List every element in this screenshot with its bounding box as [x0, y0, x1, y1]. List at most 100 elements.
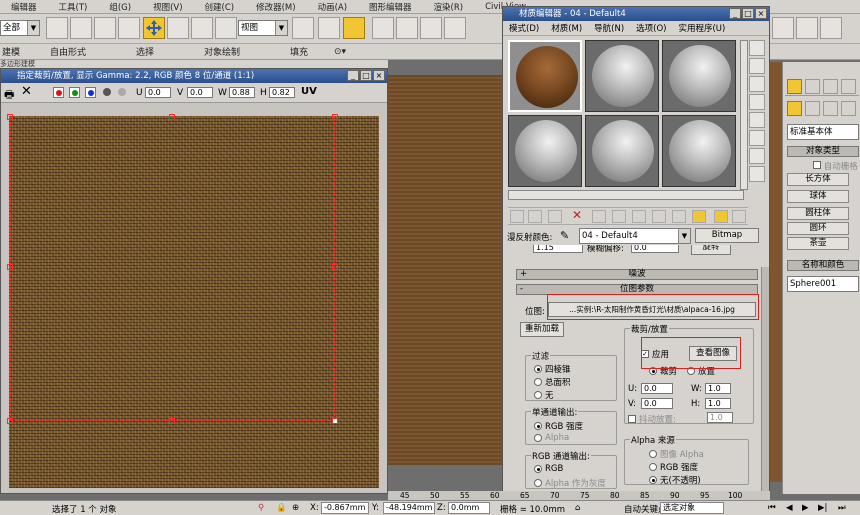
perspective-viewport[interactable] [388, 75, 503, 465]
mat-menu-material[interactable]: 材质(M) [545, 22, 588, 34]
crop-handle-tl[interactable] [7, 114, 13, 120]
tiling-spinner[interactable]: 1.15 [533, 245, 583, 253]
close-icon[interactable]: × [373, 70, 385, 81]
crop-h-spinner[interactable]: 1.0 [705, 398, 731, 409]
modify-tab-icon[interactable] [805, 79, 820, 94]
crop-region-rect[interactable] [7, 114, 338, 424]
selection-filter-combo[interactable]: 全部 ▼ [0, 20, 40, 36]
crop-u-spinner[interactable]: 0.0 [641, 383, 673, 394]
rgb-output-rgb-radio[interactable]: RGB [534, 464, 563, 474]
mono-icon[interactable] [118, 88, 126, 96]
rect-selection-icon[interactable] [94, 17, 116, 39]
map-type-button[interactable]: Bitmap [695, 228, 759, 243]
crop-handle-bl[interactable] [7, 418, 13, 424]
background-icon[interactable] [749, 76, 765, 92]
mat-menu-utilities[interactable]: 实用程序(U) [672, 22, 731, 34]
make-unique-icon[interactable] [612, 210, 626, 223]
filter-none-radio[interactable]: 无 [534, 389, 554, 401]
angle-snap-icon[interactable] [396, 17, 418, 39]
clear-icon[interactable]: ✕ [21, 84, 32, 99]
render-icon[interactable] [820, 17, 842, 39]
frame-buffer-titlebar[interactable]: 指定裁剪/放置, 显示 Gamma: 2.2, RGB 颜色 8 位/通道 (1… [1, 69, 387, 83]
mono-alpha-radio[interactable]: Alpha [534, 433, 569, 443]
sample-slot-4[interactable] [508, 115, 582, 187]
lights-icon[interactable] [823, 101, 838, 116]
isolate-icon[interactable]: ⚲ [258, 503, 264, 513]
material-name-combo[interactable]: 04 - Default4 ▼ [579, 228, 691, 244]
backlight-icon[interactable] [749, 58, 765, 74]
slots-vscroll[interactable] [740, 40, 748, 190]
prev-frame-icon[interactable]: ◀ [786, 503, 793, 513]
sample-slot-5[interactable] [585, 115, 659, 187]
bitmap-canvas[interactable] [7, 114, 379, 488]
material-editor-titlebar[interactable]: 材质编辑器 - 04 - Default4 _ □ × [503, 7, 769, 21]
teapot-button[interactable]: 茶壶 [787, 237, 849, 250]
go-forward-sibling-icon[interactable] [732, 210, 746, 223]
ribbon-tab-freeform[interactable]: 自由形式 [50, 45, 136, 58]
geometry-icon[interactable] [787, 101, 802, 116]
sample-type-icon[interactable] [749, 40, 765, 56]
select-object-icon[interactable] [46, 17, 68, 39]
menu-item-views[interactable]: 视图(V) [142, 1, 193, 13]
sample-slot-1[interactable] [508, 40, 582, 112]
uv-tiling-icon[interactable] [749, 94, 765, 110]
show-map-icon[interactable] [672, 210, 686, 223]
scale-icon[interactable] [191, 17, 213, 39]
menu-item-tools[interactable]: 工具(T) [48, 1, 99, 13]
options-icon[interactable] [749, 148, 765, 164]
rotate-button[interactable]: 旋转 [691, 245, 731, 255]
autogrid-checkbox[interactable]: 自动栅格 [813, 160, 858, 172]
menu-item-rendering[interactable]: 渲染(R) [423, 1, 475, 13]
torus-button[interactable]: 圆环 [787, 222, 849, 235]
uv-toggle-button[interactable]: UV [301, 86, 317, 97]
goto-start-icon[interactable]: ⏮ [768, 503, 776, 513]
filter-summed-area-radio[interactable]: 总面积 [534, 376, 571, 388]
menu-item-create[interactable]: 创建(C) [194, 1, 246, 13]
print-icon[interactable]: 🖶 [4, 86, 14, 105]
select-by-name-icon[interactable] [70, 17, 92, 39]
minimize-icon[interactable]: _ [729, 8, 741, 19]
assign-to-selection-icon[interactable] [548, 210, 562, 223]
shapes-icon[interactable] [805, 101, 820, 116]
play-icon[interactable]: ▶ [802, 503, 809, 513]
noise-rollout[interactable]: + 噪波 [516, 269, 758, 280]
pivot-icon[interactable] [292, 17, 314, 39]
goto-end-icon[interactable]: ⏭ [838, 503, 846, 513]
sample-slot-6[interactable] [662, 115, 736, 187]
alpha-channel-icon[interactable] [103, 88, 111, 96]
v-spinner[interactable]: 0.0 [187, 87, 213, 98]
hierarchy-tab-icon[interactable] [823, 79, 838, 94]
place-icon[interactable] [215, 17, 237, 39]
rgb-output-alpha-gray-radio[interactable]: Alpha 作为灰度 [534, 477, 606, 489]
copy-material-icon[interactable] [592, 210, 606, 223]
z-coord-field[interactable]: 0.0mm [448, 502, 490, 514]
jitter-checkbox[interactable]: 抖动放置: [628, 413, 676, 425]
menu-item-edit[interactable]: 编辑器 [0, 1, 48, 13]
percent-snap-icon[interactable] [420, 17, 442, 39]
slots-hscroll[interactable] [508, 190, 744, 200]
get-material-icon[interactable] [510, 210, 524, 223]
filter-pyramidal-radio[interactable]: 四棱锥 [534, 363, 571, 375]
put-to-scene-icon[interactable] [528, 210, 542, 223]
menu-item-group[interactable]: 组(G) [98, 1, 142, 13]
alpha-image-radio[interactable]: 图像 Alpha [649, 448, 704, 460]
sample-slot-3[interactable] [662, 40, 736, 112]
next-frame-icon[interactable]: ▶| [818, 503, 827, 513]
rendered-frame-icon[interactable] [796, 17, 818, 39]
crop-handle-tr[interactable] [332, 114, 338, 120]
render-setup-icon[interactable] [772, 17, 794, 39]
h-spinner[interactable]: 0.82 [269, 87, 295, 98]
w-spinner[interactable]: 0.88 [229, 87, 255, 98]
crop-handle-ml[interactable] [7, 264, 13, 270]
name-color-rollout[interactable]: 名称和颜色 [787, 260, 859, 271]
object-name-field[interactable]: Sphere001 [787, 276, 859, 292]
object-type-rollout[interactable]: 对象类型 [787, 146, 859, 157]
lock-selection-icon[interactable]: 🔒 [276, 503, 287, 513]
video-check-icon[interactable] [749, 112, 765, 128]
add-time-tag-icon[interactable]: ⌂ [575, 503, 580, 513]
close-icon[interactable]: × [755, 8, 767, 19]
cylinder-button[interactable]: 圆柱体 [787, 207, 849, 220]
show-end-result-icon[interactable] [692, 210, 706, 223]
spinner-snap-icon[interactable] [444, 17, 466, 39]
crop-handle-mr[interactable] [332, 264, 338, 270]
